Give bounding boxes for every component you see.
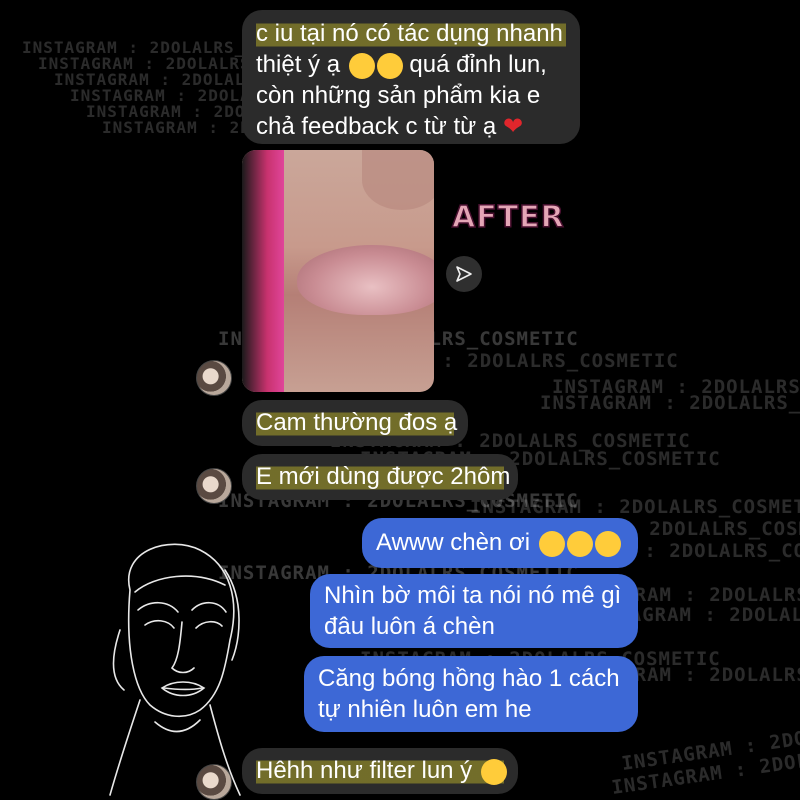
- heart-eyes-emoji: [376, 52, 403, 79]
- line-art-face-drawing: [109, 543, 241, 796]
- chat-screenshot: INSTAGRAM : 2DOLALRS_COSMETIC INSTAGRAM …: [0, 0, 800, 800]
- red-heart-emoji: ❤: [502, 113, 524, 140]
- message-line: còn những sản phẩm kia e: [256, 82, 541, 109]
- message-line: Căng bóng hồng hào 1 cách: [318, 665, 620, 692]
- heart-eyes-emoji: [348, 52, 375, 79]
- message-line: Awww chèn ơi: [376, 527, 624, 558]
- message-line: đâu luôn á chèn: [324, 613, 495, 640]
- message-line: Nhìn bờ môi ta nói nó mê gì: [324, 582, 622, 609]
- message-line: E mới dùng được 2hôm: [256, 461, 511, 492]
- avatar[interactable]: [196, 764, 232, 800]
- message-line: Hêhh như filter lun ý: [256, 755, 507, 786]
- lips-photo[interactable]: [242, 150, 434, 392]
- outgoing-message: Nhìn bờ môi ta nói nó mê gì đâu luôn á c…: [310, 574, 638, 648]
- lips: [297, 245, 434, 315]
- incoming-message: c iu tại nó có tác dụng nhanh thiệt ý ạ …: [242, 10, 580, 144]
- avatar[interactable]: [196, 468, 232, 504]
- squinting-tongue-emoji: [480, 758, 507, 785]
- star-struck-emoji: [538, 530, 565, 557]
- product-tube: [242, 150, 284, 392]
- message-line: Cam thường đos ạ: [256, 407, 458, 438]
- incoming-message: E mới dùng được 2hôm: [242, 454, 518, 500]
- outgoing-message: Căng bóng hồng hào 1 cách tự nhiên luôn …: [304, 656, 638, 732]
- message-line: chả feedback c từ từ ạ ❤: [256, 113, 524, 140]
- star-struck-emoji: [594, 530, 621, 557]
- nose-shadow: [362, 150, 434, 210]
- incoming-message: Hêhh như filter lun ý: [242, 748, 518, 794]
- message-line: thiệt ý ạ quá đỉnh lun,: [256, 51, 547, 79]
- message-line: c iu tại nó có tác dụng nhanh: [256, 18, 566, 49]
- outgoing-message: Awww chèn ơi: [362, 518, 638, 568]
- watermark: INSTAGRAM : 2DOLALRS_COSMETIC: [540, 392, 800, 414]
- send-icon[interactable]: [446, 256, 482, 292]
- message-line: tự nhiên luôn em he: [318, 696, 532, 723]
- incoming-message: Cam thường đos ạ: [242, 400, 468, 446]
- watermark: INSTAGRAM : 2DOLALRS_COSMETIC: [470, 496, 800, 518]
- avatar[interactable]: [196, 360, 232, 396]
- star-struck-emoji: [566, 530, 593, 557]
- after-label: AFTER: [451, 199, 565, 236]
